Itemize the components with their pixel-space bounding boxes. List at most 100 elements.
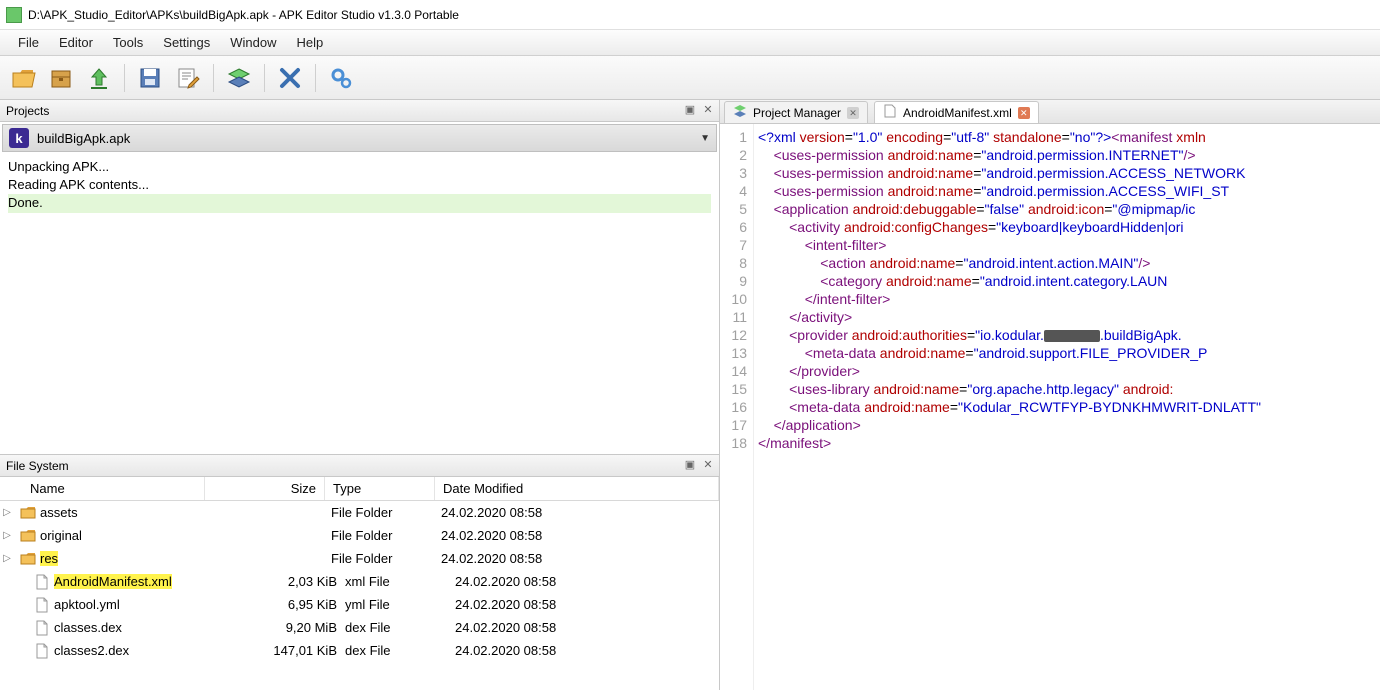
code-body[interactable]: <?xml version="1.0" encoding="utf-8" sta… (754, 124, 1380, 690)
code-line[interactable]: <uses-permission android:name="android.p… (758, 164, 1380, 182)
log-line: Done. (8, 194, 711, 212)
menu-help[interactable]: Help (287, 32, 334, 53)
expand-icon[interactable]: ▷ (0, 507, 14, 518)
line-number: 7 (720, 236, 747, 254)
line-number: 13 (720, 344, 747, 362)
code-line[interactable]: <meta-data android:name="android.support… (758, 344, 1380, 362)
col-size[interactable]: Size (205, 477, 325, 500)
menu-window[interactable]: Window (220, 32, 286, 53)
row-type: dex File (345, 620, 455, 635)
row-size: 147,01 KiB (225, 643, 345, 658)
menu-file[interactable]: File (8, 32, 49, 53)
undock-icon[interactable]: ▣ (683, 458, 697, 472)
code-line[interactable]: <?xml version="1.0" encoding="utf-8" sta… (758, 128, 1380, 146)
code-line[interactable]: <meta-data android:name="Kodular_RCWTFYP… (758, 398, 1380, 416)
code-editor[interactable]: 123456789101112131415161718 <?xml versio… (720, 124, 1380, 690)
toolbar-edit-page-icon[interactable] (171, 61, 205, 95)
menu-settings[interactable]: Settings (153, 32, 220, 53)
col-type[interactable]: Type (325, 477, 435, 500)
toolbar-up-arrow-icon[interactable] (82, 61, 116, 95)
title-bar: D:\APK_Studio_Editor\APKs\buildBigApk.ap… (0, 0, 1380, 30)
toolbar-layers-icon[interactable] (222, 61, 256, 95)
file-row[interactable]: classes2.dex147,01 KiBdex File24.02.2020… (0, 639, 719, 662)
tab-close-icon[interactable]: ✕ (1018, 107, 1030, 119)
menu-editor[interactable]: Editor (49, 32, 103, 53)
line-number: 8 (720, 254, 747, 272)
col-date[interactable]: Date Modified (435, 477, 719, 500)
toolbar-box-icon[interactable] (44, 61, 78, 95)
line-number: 12 (720, 326, 747, 344)
filesystem-panel: File System ▣ ✕ Name Size Type Date Modi… (0, 455, 719, 690)
code-line[interactable]: <uses-permission android:name="android.p… (758, 182, 1380, 200)
row-date: 24.02.2020 08:58 (441, 528, 719, 543)
code-line[interactable]: </manifest> (758, 434, 1380, 452)
code-line[interactable]: <provider android:authorities="io.kodula… (758, 326, 1380, 344)
line-number: 2 (720, 146, 747, 164)
projects-title: Projects (6, 104, 49, 118)
folder-row[interactable]: ▷originalFile Folder24.02.2020 08:58 (0, 524, 719, 547)
row-name: AndroidManifest.xml (54, 574, 225, 589)
expand-icon[interactable]: ▷ (0, 553, 14, 564)
row-name: classes.dex (54, 620, 225, 635)
toolbar-separator (213, 64, 214, 92)
line-number: 1 (720, 128, 747, 146)
folder-row[interactable]: ▷resFile Folder24.02.2020 08:58 (0, 547, 719, 570)
apk-name: buildBigApk.apk (37, 131, 130, 146)
row-name: res (40, 551, 211, 566)
close-panel-icon[interactable]: ✕ (701, 103, 715, 117)
code-line[interactable]: </activity> (758, 308, 1380, 326)
code-line[interactable]: </application> (758, 416, 1380, 434)
line-gutter: 123456789101112131415161718 (720, 124, 754, 690)
code-line[interactable]: </provider> (758, 362, 1380, 380)
expand-icon[interactable]: ▷ (0, 530, 14, 541)
toolbar-close-x-icon[interactable] (273, 61, 307, 95)
tab-close-icon[interactable]: ✕ (847, 107, 859, 119)
filesystem-columns: Name Size Type Date Modified (0, 477, 719, 501)
log-line: Reading APK contents... (8, 176, 711, 194)
code-line[interactable]: <activity android:configChanges="keyboar… (758, 218, 1380, 236)
folder-icon (20, 551, 36, 567)
menu-tools[interactable]: Tools (103, 32, 153, 53)
toolbar-save-icon[interactable] (133, 61, 167, 95)
file-row[interactable]: AndroidManifest.xml2,03 KiBxml File24.02… (0, 570, 719, 593)
row-date: 24.02.2020 08:58 (455, 597, 719, 612)
row-type: File Folder (331, 551, 441, 566)
toolbar-gears-icon[interactable] (324, 61, 358, 95)
row-name: original (40, 528, 211, 543)
toolbar (0, 56, 1380, 100)
file-row[interactable]: apktool.yml6,95 KiByml File24.02.2020 08… (0, 593, 719, 616)
code-line[interactable]: <uses-permission android:name="android.p… (758, 146, 1380, 164)
file-icon (34, 643, 50, 659)
line-number: 10 (720, 290, 747, 308)
row-name: assets (40, 505, 211, 520)
toolbar-separator (124, 64, 125, 92)
code-line[interactable]: </intent-filter> (758, 290, 1380, 308)
code-line[interactable]: <application android:debuggable="false" … (758, 200, 1380, 218)
col-name[interactable]: Name (0, 477, 205, 500)
code-line[interactable]: <intent-filter> (758, 236, 1380, 254)
apk-icon: k (9, 128, 29, 148)
folder-icon (20, 528, 36, 544)
toolbar-separator (264, 64, 265, 92)
file-icon (34, 574, 50, 590)
line-number: 6 (720, 218, 747, 236)
toolbar-separator (315, 64, 316, 92)
row-type: dex File (345, 643, 455, 658)
tab-label: Project Manager (753, 106, 841, 120)
code-line[interactable]: <action android:name="android.intent.act… (758, 254, 1380, 272)
folder-row[interactable]: ▷assetsFile Folder24.02.2020 08:58 (0, 501, 719, 524)
file-icon (883, 104, 897, 121)
folder-icon (20, 505, 36, 521)
undock-icon[interactable]: ▣ (683, 103, 697, 117)
code-line[interactable]: <category android:name="android.intent.c… (758, 272, 1380, 290)
row-date: 24.02.2020 08:58 (455, 643, 719, 658)
file-row[interactable]: classes.dex9,20 MiBdex File24.02.2020 08… (0, 616, 719, 639)
tab-project-manager[interactable]: Project Manager ✕ (724, 101, 868, 123)
close-panel-icon[interactable]: ✕ (701, 458, 715, 472)
toolbar-open-icon[interactable] (6, 61, 40, 95)
apk-selector[interactable]: k buildBigApk.apk ▼ (2, 124, 717, 152)
dropdown-icon[interactable]: ▼ (700, 133, 710, 144)
code-line[interactable]: <uses-library android:name="org.apache.h… (758, 380, 1380, 398)
tab-androidmanifest-xml[interactable]: AndroidManifest.xml✕ (874, 101, 1039, 123)
log-line: Unpacking APK... (8, 158, 711, 176)
